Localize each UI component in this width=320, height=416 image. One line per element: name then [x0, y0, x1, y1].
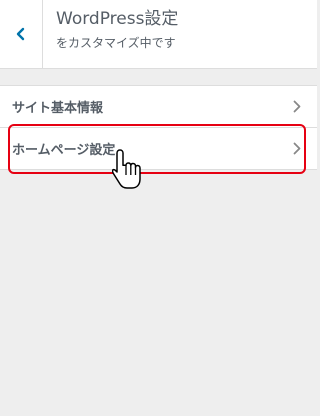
menu-item-label: ホームページ設定 [12, 143, 116, 158]
menu-item-label: サイト基本情報 [12, 101, 104, 116]
menu-item-homepage-settings[interactable]: ホームページ設定 [0, 128, 317, 170]
chevron-right-icon [293, 100, 301, 113]
menu-item-site-info[interactable]: サイト基本情報 [0, 86, 317, 128]
page-subtitle: をカスタマイズ中です [56, 36, 176, 50]
header-title-group: WordPress設定 をカスタマイズ中です [56, 8, 178, 52]
customizer-header: WordPress設定 をカスタマイズ中です [0, 0, 317, 69]
back-button[interactable] [0, 0, 43, 68]
page-title: WordPress設定 [56, 9, 179, 29]
chevron-left-icon [16, 27, 25, 41]
hand-cursor-icon [112, 149, 141, 189]
chevron-right-icon [293, 142, 301, 155]
customizer-menu: サイト基本情報 ホームページ設定 [0, 85, 317, 170]
